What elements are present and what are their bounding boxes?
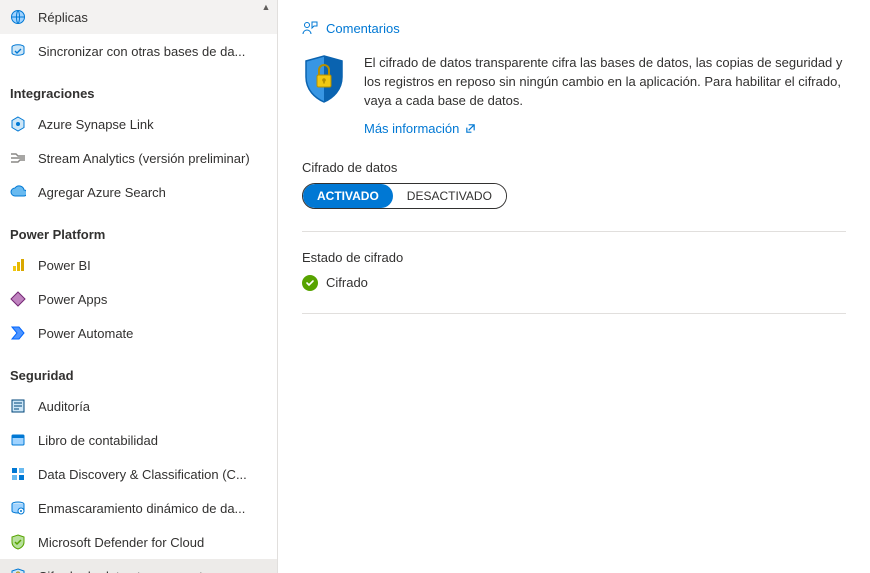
sidebar-group-seguridad: Seguridad	[0, 350, 277, 389]
tde-icon	[10, 568, 26, 573]
sidebar-item-data-discovery[interactable]: Data Discovery & Classification (C...	[0, 457, 277, 491]
sidebar-item-label: Réplicas	[38, 10, 88, 25]
sidebar-item-powerapps[interactable]: Power Apps	[0, 282, 277, 316]
sidebar-item-azure-search[interactable]: Agregar Azure Search	[0, 175, 277, 209]
sidebar-item-label: Agregar Azure Search	[38, 185, 166, 200]
sidebar-item-defender[interactable]: Microsoft Defender for Cloud	[0, 525, 277, 559]
main-content: Comentarios El cifrado de datos transpar…	[278, 0, 870, 573]
sidebar-item-label: Power Apps	[38, 292, 107, 307]
info-text: El cifrado de datos transparente cifra l…	[364, 54, 846, 111]
globe-icon	[10, 9, 26, 25]
external-link-icon	[465, 123, 476, 134]
discovery-icon	[10, 466, 26, 482]
powerapps-icon	[10, 291, 26, 307]
encryption-toggle[interactable]: ACTIVADO DESACTIVADO	[302, 183, 507, 209]
sidebar-group-power-platform: Power Platform	[0, 209, 277, 248]
defender-icon	[10, 534, 26, 550]
ledger-icon	[10, 432, 26, 448]
toggle-off[interactable]: DESACTIVADO	[393, 184, 506, 208]
sidebar-item-label: Power Automate	[38, 326, 133, 341]
cloud-icon	[10, 184, 26, 200]
toggle-label: Cifrado de datos	[302, 160, 846, 175]
sidebar-item-label: Stream Analytics (versión preliminar)	[38, 151, 250, 166]
synapse-icon	[10, 116, 26, 132]
audit-icon	[10, 398, 26, 414]
comments-link[interactable]: Comentarios	[302, 20, 400, 36]
sidebar-item-label: Data Discovery & Classification (C...	[38, 467, 247, 482]
status-label: Estado de cifrado	[302, 250, 846, 265]
comments-label: Comentarios	[326, 21, 400, 36]
mask-icon	[10, 500, 26, 516]
stream-icon	[10, 150, 26, 166]
sidebar-item-label: Power BI	[38, 258, 91, 273]
sidebar-item-label: Azure Synapse Link	[38, 117, 154, 132]
more-info-link[interactable]: Más información	[364, 121, 476, 136]
toggle-on[interactable]: ACTIVADO	[303, 184, 393, 208]
sidebar-item-auditoria[interactable]: Auditoría	[0, 389, 277, 423]
person-feedback-icon	[302, 20, 318, 36]
sidebar-item-label: Sincronizar con otras bases de da...	[38, 44, 245, 59]
sidebar-item-dynamic-masking[interactable]: Enmascaramiento dinámico de da...	[0, 491, 277, 525]
sidebar-item-label: Libro de contabilidad	[38, 433, 158, 448]
sidebar-item-tde[interactable]: Cifrado de datos transparente	[0, 559, 277, 573]
status-row: Cifrado	[302, 275, 846, 291]
sidebar-item-stream-analytics[interactable]: Stream Analytics (versión preliminar)	[0, 141, 277, 175]
sidebar-item-replicas[interactable]: Réplicas	[0, 0, 277, 34]
sidebar-item-powerautomate[interactable]: Power Automate	[0, 316, 277, 350]
status-value: Cifrado	[326, 275, 368, 290]
divider	[302, 231, 846, 232]
divider	[302, 313, 846, 314]
powerbi-icon	[10, 257, 26, 273]
check-circle-icon	[302, 275, 318, 291]
sidebar-item-label: Auditoría	[38, 399, 90, 414]
sidebar-item-label: Enmascaramiento dinámico de da...	[38, 501, 245, 516]
sidebar-item-label: Cifrado de datos transparente	[38, 569, 210, 573]
sidebar-item-label: Microsoft Defender for Cloud	[38, 535, 204, 550]
sidebar-item-ledger[interactable]: Libro de contabilidad	[0, 423, 277, 457]
more-info-label: Más información	[364, 121, 459, 136]
sidebar-group-integraciones: Integraciones	[0, 68, 277, 107]
powerautomate-icon	[10, 325, 26, 341]
sidebar-item-powerbi[interactable]: Power BI	[0, 248, 277, 282]
shield-lock-icon	[302, 54, 346, 104]
scroll-up-arrow[interactable]: ▲	[261, 2, 271, 12]
sidebar: ▲ Réplicas Sincronizar con otras bases d…	[0, 0, 278, 573]
sync-db-icon	[10, 43, 26, 59]
sidebar-item-sync[interactable]: Sincronizar con otras bases de da...	[0, 34, 277, 68]
sidebar-item-synapse[interactable]: Azure Synapse Link	[0, 107, 277, 141]
info-banner: El cifrado de datos transparente cifra l…	[302, 54, 846, 146]
